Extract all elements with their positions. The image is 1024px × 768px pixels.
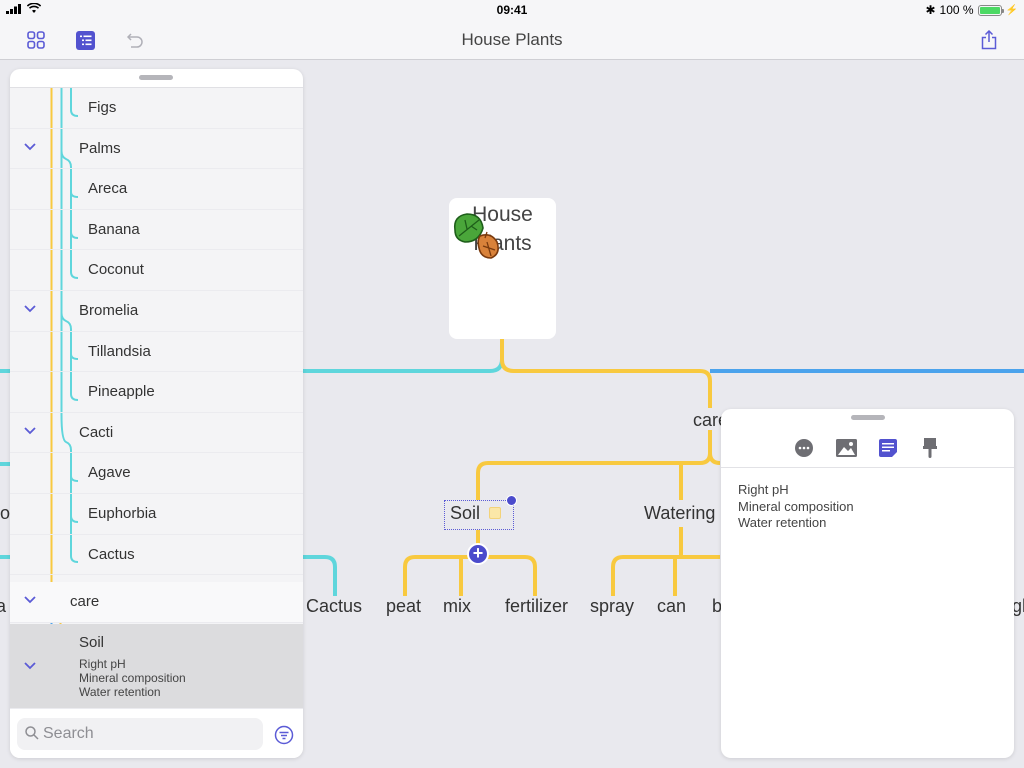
node-partial-ro[interactable]: ro (0, 503, 10, 524)
outline-row-label: Pineapple (88, 383, 155, 401)
charging-bolt-icon: ⚡ (1005, 4, 1018, 16)
inspector-notes[interactable]: Right pH Mineral composition Water reten… (738, 482, 854, 532)
undo-icon (126, 33, 143, 48)
note-line: Right pH (738, 482, 789, 497)
outline-row[interactable]: Areca (10, 169, 303, 210)
outline-row-label: Bromelia (79, 302, 139, 319)
more-tab[interactable] (793, 437, 815, 459)
note-line: Water retention (79, 685, 161, 699)
chevron-down-icon[interactable] (22, 139, 38, 155)
note-line: Mineral composition (738, 498, 854, 514)
paintbrush-icon (923, 438, 937, 458)
connector-care-down (476, 430, 712, 500)
cellular-signal-icon (6, 3, 21, 14)
note-line: Water retention (738, 515, 827, 530)
search-input[interactable]: Search (17, 718, 263, 750)
node-spray[interactable]: spray (590, 596, 634, 617)
inspector-panel-grabber[interactable] (851, 415, 885, 420)
clock: 09:41 (496, 3, 528, 17)
outline-row-note: Right pH Mineral composition Water reten… (79, 657, 186, 699)
note-indicator-icon[interactable] (489, 507, 501, 519)
style-tab[interactable] (919, 437, 941, 459)
connector-care-right (708, 452, 721, 465)
leaves-icon (453, 213, 499, 259)
page-title: House Plants (461, 30, 563, 49)
navigation-bar: House Plants (0, 20, 1024, 60)
inspector-panel: Right pH Mineral composition Water reten… (721, 409, 1014, 758)
outline-panel: Figs Palms Areca Banana Coconut Bromelia… (10, 69, 303, 758)
outline-list[interactable]: Figs Palms Areca Banana Coconut Bromelia… (10, 87, 303, 709)
chevron-down-icon[interactable] (22, 301, 38, 317)
outline-panel-grabber[interactable] (139, 75, 173, 80)
outline-row[interactable]: Pineapple (10, 372, 303, 413)
outline-row-label: care (70, 593, 100, 610)
node-peat[interactable]: peat (386, 596, 421, 617)
share-icon (981, 30, 997, 50)
bluetooth-icon: ✱ (925, 3, 936, 17)
image-tab[interactable] (835, 437, 857, 459)
chevron-down-icon[interactable] (22, 592, 38, 608)
outline-row-label: Soil (79, 634, 105, 651)
node-soil[interactable]: Soil (450, 503, 480, 524)
outline-row-label: Figs (88, 99, 117, 116)
outline-row[interactable]: Euphorbia (10, 494, 303, 535)
battery-percent: 100 % (939, 3, 974, 17)
node-can[interactable]: can (657, 596, 686, 617)
outline-row-label: Banana (88, 220, 140, 238)
connector-root-care (500, 338, 712, 408)
notes-tab[interactable] (877, 437, 899, 459)
outline-row-label: Agave (88, 464, 131, 482)
outline-row[interactable]: Agave (10, 453, 303, 494)
status-bar: 09:41 ✱ 100 % ⚡ (0, 0, 1024, 20)
node-mix[interactable]: mix (443, 596, 471, 617)
outline-row[interactable]: Cactus (10, 535, 303, 576)
connector-soil-children (403, 555, 537, 596)
filter-button[interactable] (274, 725, 294, 745)
outline-row-label: Tillandsia (88, 342, 151, 360)
outline-row-label: Areca (88, 180, 128, 198)
outline-row-label: Coconut (88, 261, 144, 279)
selection-handle[interactable] (506, 495, 517, 506)
more-icon (795, 439, 813, 457)
root-node[interactable]: House Plants (449, 198, 556, 339)
outline-row[interactable]: Palms (10, 129, 303, 170)
outline-row[interactable]: care (10, 582, 303, 623)
outline-row-label: Cacti (79, 423, 114, 441)
grid-icon (27, 31, 45, 49)
note-line: Mineral composition (79, 671, 186, 685)
outline-row-selected[interactable]: Soil Right pH Mineral composition Water … (10, 624, 303, 709)
outline-row[interactable]: Cacti (10, 413, 303, 454)
outline-row[interactable]: Bromelia (10, 291, 303, 332)
search-placeholder: Search (43, 725, 94, 742)
chevron-down-icon[interactable] (22, 658, 38, 674)
node-cactus[interactable]: Cactus (306, 596, 362, 617)
note-line: Right pH (79, 657, 126, 671)
grid-view-button[interactable] (24, 28, 48, 52)
image-icon (835, 439, 857, 457)
outline-row[interactable]: Tillandsia (10, 332, 303, 373)
outline-search-area: Search (10, 709, 303, 758)
outline-row[interactable]: Figs (10, 88, 303, 129)
connector-watering-children (611, 555, 720, 596)
node-watering[interactable]: Watering (644, 503, 715, 524)
outline-list-icon (75, 30, 95, 50)
outline-row-label: Palms (79, 139, 121, 157)
undo-button[interactable] (123, 28, 147, 52)
battery-icon (977, 4, 1004, 16)
outline-view-button[interactable] (73, 28, 97, 52)
outline-row-label: Euphorbia (88, 505, 157, 522)
outline-row[interactable]: Banana (10, 210, 303, 251)
node-fertilizer[interactable]: fertilizer (505, 596, 568, 617)
filter-icon (274, 725, 294, 745)
inspector-tabs (721, 433, 1014, 468)
wifi-icon (27, 3, 41, 13)
chevron-down-icon[interactable] (22, 423, 38, 439)
add-child-button[interactable]: + (467, 543, 489, 565)
search-icon (25, 726, 39, 740)
node-partial-a[interactable]: a (0, 596, 6, 617)
outline-row-label: Cactus (88, 545, 135, 563)
outline-row[interactable]: Coconut (10, 250, 303, 291)
share-button[interactable] (977, 28, 1001, 52)
notes-icon (879, 439, 897, 457)
